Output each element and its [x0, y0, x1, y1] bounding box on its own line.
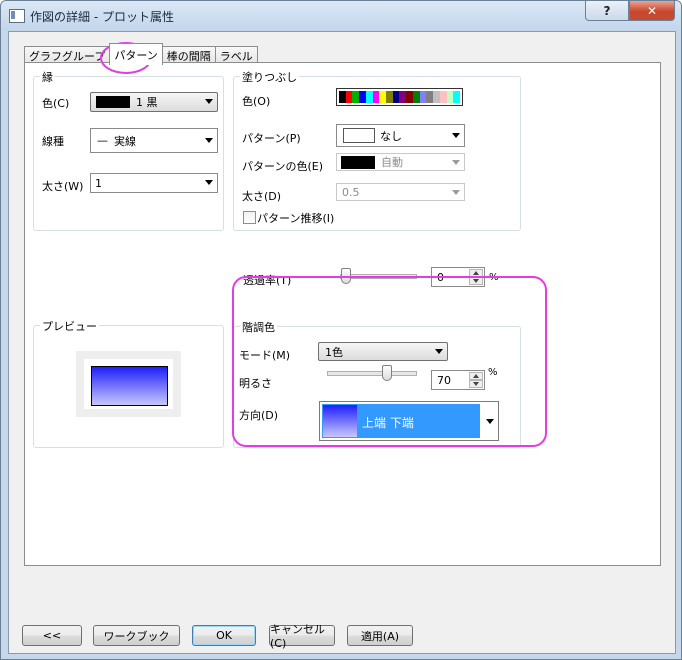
chevron-down-icon	[205, 138, 213, 143]
border-color-label: 色(C)	[42, 97, 70, 110]
palette-color-swatch	[379, 91, 387, 103]
palette-color-swatch	[433, 91, 440, 103]
palette-color-swatch	[365, 91, 373, 103]
pattern-color-value: 自動	[381, 156, 403, 169]
pattern-width-value: 0.5	[342, 185, 360, 199]
window-title: 作図の詳細 - プロット属性	[30, 10, 174, 24]
chevron-down-icon	[452, 160, 460, 165]
preview-group: プレビュー	[33, 318, 224, 448]
cancel-button[interactable]: キャンセル(C)	[269, 623, 335, 650]
prev-button[interactable]: <<	[22, 625, 82, 646]
pattern-increment-checkbox[interactable]	[243, 211, 256, 224]
pattern-increment-label: パターン推移(I)	[257, 212, 335, 225]
palette-color-swatch	[352, 91, 360, 103]
palette-color-swatch	[386, 91, 393, 103]
help-button[interactable]: ?	[585, 1, 629, 21]
close-button[interactable]: ✕	[629, 1, 675, 21]
fill-group-title: 塗りつぶし	[240, 69, 300, 85]
border-group: 縁 色(C) 1 黒 線種 — 実線 太さ(W) 1	[33, 69, 224, 231]
palette-color-swatch	[419, 91, 427, 103]
preview-group-title: プレビュー	[40, 318, 99, 334]
pattern-label: パターン(P)	[242, 132, 301, 145]
pattern-swatch	[343, 128, 375, 143]
palette-color-swatch	[426, 91, 434, 103]
palette-color-swatch	[406, 91, 413, 103]
fill-color-palette	[339, 91, 460, 103]
pattern-value: なし	[380, 129, 402, 143]
border-style-select[interactable]: — 実線	[90, 128, 218, 153]
border-color-swatch	[96, 96, 130, 108]
pattern-color-swatch	[341, 155, 375, 169]
palette-color-swatch	[439, 91, 447, 103]
preview-bar	[91, 366, 168, 406]
pattern-width-label: 太さ(D)	[242, 190, 282, 203]
pattern-width-select[interactable]: 0.5	[336, 183, 465, 201]
border-width-value: 1	[95, 176, 102, 190]
close-icon: ✕	[646, 3, 658, 18]
chevron-down-icon	[452, 190, 460, 195]
palette-color-swatch	[446, 91, 454, 103]
preview-canvas	[84, 359, 173, 409]
palette-color-swatch	[412, 91, 420, 103]
ok-button[interactable]: OK	[192, 625, 256, 646]
preview-frame	[76, 351, 181, 417]
palette-color-swatch	[339, 91, 346, 103]
border-group-title: 縁	[40, 69, 55, 85]
palette-color-swatch	[345, 91, 353, 103]
help-icon: ?	[603, 3, 611, 18]
palette-color-swatch	[453, 91, 460, 103]
palette-color-swatch	[392, 91, 400, 103]
fill-group: 塗りつぶし 色(O) パターン(P) なし パターンの色(E) 自動 太さ(D)…	[233, 69, 521, 231]
pattern-color-label: パターンの色(E)	[242, 160, 323, 173]
dialog-client: グラフグループ パターン 棒の間隔 ラベル 縁 色(C) 1 黒 線種 — 実線	[8, 31, 676, 654]
palette-color-swatch	[399, 91, 407, 103]
palette-color-swatch	[372, 91, 380, 103]
tab-pattern[interactable]: パターン	[109, 43, 163, 65]
pattern-select[interactable]: なし	[336, 124, 465, 147]
title-bar[interactable]: 作図の詳細 - プロット属性 ? ✕	[1, 1, 681, 31]
gradient-highlight-annotation	[232, 276, 547, 447]
chevron-down-icon	[452, 133, 460, 138]
border-style-label: 線種	[42, 135, 64, 148]
caption-buttons: ? ✕	[585, 1, 675, 21]
dialog-window: 作図の詳細 - プロット属性 ? ✕ グラフグループ パターン 棒の間隔 ラベル…	[0, 0, 682, 660]
chevron-down-icon	[205, 99, 213, 104]
palette-color-swatch	[359, 91, 366, 103]
line-style-icon: —	[97, 134, 108, 147]
fill-color-palette-button[interactable]	[336, 88, 463, 106]
border-width-select[interactable]: 1	[90, 173, 218, 193]
fill-color-label: 色(O)	[242, 95, 271, 108]
border-color-select[interactable]: 1 黒	[90, 92, 218, 112]
workbook-button[interactable]: ワークブック	[93, 625, 180, 646]
pattern-color-select[interactable]: 自動	[336, 153, 465, 171]
chevron-down-icon	[205, 180, 213, 185]
border-color-value: 1 黒	[136, 96, 158, 109]
apply-button[interactable]: 適用(A)	[347, 625, 413, 646]
app-icon	[9, 9, 25, 23]
border-style-value: 実線	[114, 134, 136, 148]
border-width-label: 太さ(W)	[42, 180, 84, 193]
